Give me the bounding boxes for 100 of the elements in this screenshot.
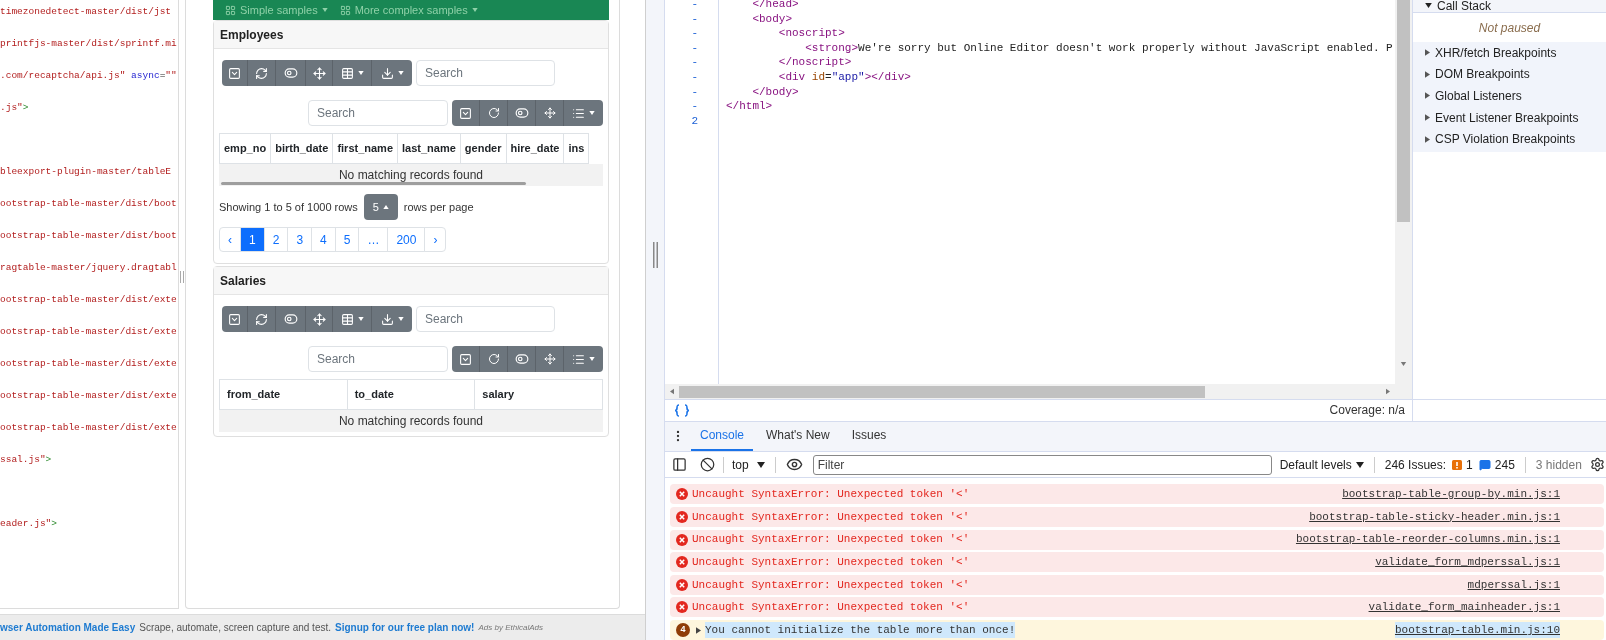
column-header[interactable]: gender — [460, 133, 506, 164]
caret-square-icon — [228, 312, 241, 326]
page-size-button[interactable]: 5 — [363, 194, 398, 220]
toggle-button[interactable] — [452, 346, 480, 372]
toggle-button[interactable] — [276, 60, 306, 86]
toggle-button[interactable] — [508, 100, 536, 126]
message-text: Uncaught SyntaxError: Unexpected token '<' — [692, 554, 970, 570]
column-header[interactable]: to_date — [347, 379, 475, 410]
refresh-icon — [487, 107, 500, 119]
source-link[interactable]: mdperssal.js:1 — [1467, 576, 1560, 594]
toggle-button[interactable] — [508, 346, 536, 372]
source-link[interactable]: bootstrap-table-group-by.min.js:1 — [1342, 486, 1560, 503]
move-button[interactable] — [306, 306, 333, 332]
export-button[interactable] — [372, 60, 412, 86]
resize-handle-icon[interactable] — [652, 242, 658, 268]
code-token: ></div> — [864, 70, 911, 85]
refresh-button[interactable] — [248, 60, 276, 86]
panel-tab[interactable]: What's New — [757, 421, 839, 451]
toggle-button[interactable] — [222, 306, 248, 332]
move-button[interactable] — [536, 100, 564, 126]
caret-square-icon — [459, 352, 472, 366]
code-token: bleexport-plugin-master/tableE — [0, 164, 172, 179]
column-header[interactable]: first_name — [332, 133, 398, 164]
section-title[interactable]: Event Listener Breakpoints — [1435, 108, 1579, 127]
code-token: = — [159, 68, 166, 83]
warning-badge-icon[interactable] — [1452, 459, 1463, 470]
export-button[interactable] — [372, 306, 412, 332]
message-icon[interactable] — [1478, 458, 1491, 471]
clear-console-icon[interactable] — [700, 457, 715, 473]
code-token: id — [810, 70, 826, 85]
toggle-button[interactable] — [222, 60, 248, 86]
columns-button[interactable] — [564, 100, 603, 126]
column-header[interactable]: salary — [474, 379, 603, 410]
panel-tab[interactable]: Issues — [842, 421, 896, 451]
panel-tab[interactable]: Console — [691, 421, 754, 451]
refresh-button[interactable] — [480, 100, 508, 126]
move-button[interactable] — [306, 60, 333, 86]
page-link[interactable]: … — [358, 227, 389, 252]
horizontal-scrollbar[interactable] — [221, 182, 526, 185]
search-field[interactable]: Search — [308, 346, 448, 372]
column-header[interactable]: last_name — [397, 133, 461, 164]
line-number: 2 — [691, 113, 698, 129]
horizontal-scrollbar[interactable] — [679, 385, 1205, 398]
source-link[interactable]: bootstrap-table.min.js:10 — [1394, 621, 1560, 639]
error-icon — [676, 488, 688, 501]
code-token: ootstrap-table-master/dist/exte — [0, 420, 177, 435]
move-icon — [312, 66, 326, 80]
settings-icon[interactable] — [1589, 457, 1605, 473]
line-number: - — [691, 0, 698, 13]
code-token: = — [825, 70, 832, 85]
section-title[interactable]: XHR/fetch Breakpoints — [1435, 43, 1557, 62]
column-header[interactable]: birth_date — [270, 133, 333, 164]
page-link[interactable]: 4 — [311, 227, 336, 252]
page-link[interactable]: 1 — [240, 227, 265, 252]
ad-link[interactable]: Signup for our free plan now! — [335, 620, 475, 635]
column-header[interactable]: from_date — [219, 379, 348, 410]
refresh-button[interactable] — [248, 306, 276, 332]
caret-icon — [357, 71, 364, 75]
caret-icon — [589, 357, 595, 361]
levels-dropdown[interactable]: Default levels — [1279, 455, 1364, 474]
vertical-scrollbar[interactable] — [1397, 0, 1410, 222]
search-field[interactable]: Search — [416, 60, 555, 86]
download-icon — [380, 66, 394, 80]
columns-button[interactable] — [564, 346, 603, 372]
column-header[interactable]: emp_no — [219, 133, 271, 164]
columns-button[interactable] — [333, 60, 372, 86]
column-header[interactable]: ins — [563, 133, 589, 164]
braces-icon[interactable] — [674, 403, 690, 417]
refresh-button[interactable] — [480, 346, 508, 372]
message-text: You cannot initialize the table more than once! — [705, 621, 1016, 639]
ad-link[interactable]: wser Automation Made Easy — [0, 620, 136, 635]
context-dropdown[interactable]: top — [732, 455, 765, 474]
page-link[interactable]: 200 — [387, 227, 426, 252]
resize-handle-icon[interactable] — [180, 271, 184, 283]
page-link[interactable]: › — [424, 227, 447, 252]
line-number: - — [691, 84, 698, 100]
section-title[interactable]: DOM Breakpoints — [1435, 65, 1530, 84]
columns-button[interactable] — [333, 306, 372, 332]
search-field[interactable]: Search — [416, 306, 555, 332]
source-link[interactable]: bootstrap-table-reorder-columns.min.js:1 — [1295, 531, 1560, 548]
page-link[interactable]: 3 — [287, 227, 313, 252]
section-title[interactable]: CSP Violation Breakpoints — [1435, 130, 1576, 149]
error-icon — [676, 601, 688, 614]
source-link[interactable]: validate_form_mdperssal.js:1 — [1375, 553, 1560, 571]
toggle-button[interactable] — [452, 100, 480, 126]
sidebar-toggle-icon[interactable] — [672, 457, 687, 473]
column-header[interactable]: hire_date — [506, 133, 564, 164]
section-title[interactable]: Global Listeners — [1435, 87, 1522, 105]
source-link[interactable]: bootstrap-table-sticky-header.min.js:1 — [1309, 508, 1560, 526]
move-button[interactable] — [536, 346, 564, 372]
line-number: - — [691, 70, 698, 85]
caret-icon — [321, 8, 328, 12]
filter-field[interactable]: Filter — [812, 454, 1272, 475]
toggle-icon — [283, 312, 298, 326]
source-link[interactable]: validate_form_mainheader.js:1 — [1368, 599, 1560, 616]
search-field[interactable]: Search — [308, 100, 448, 126]
code-token: We're sorry but Online Editor doesn't work properly without JavaScript enabled. P — [858, 40, 1393, 56]
toggle-button[interactable] — [276, 306, 306, 332]
page-link[interactable]: ‹ — [219, 227, 241, 252]
code-token: async — [130, 68, 160, 83]
